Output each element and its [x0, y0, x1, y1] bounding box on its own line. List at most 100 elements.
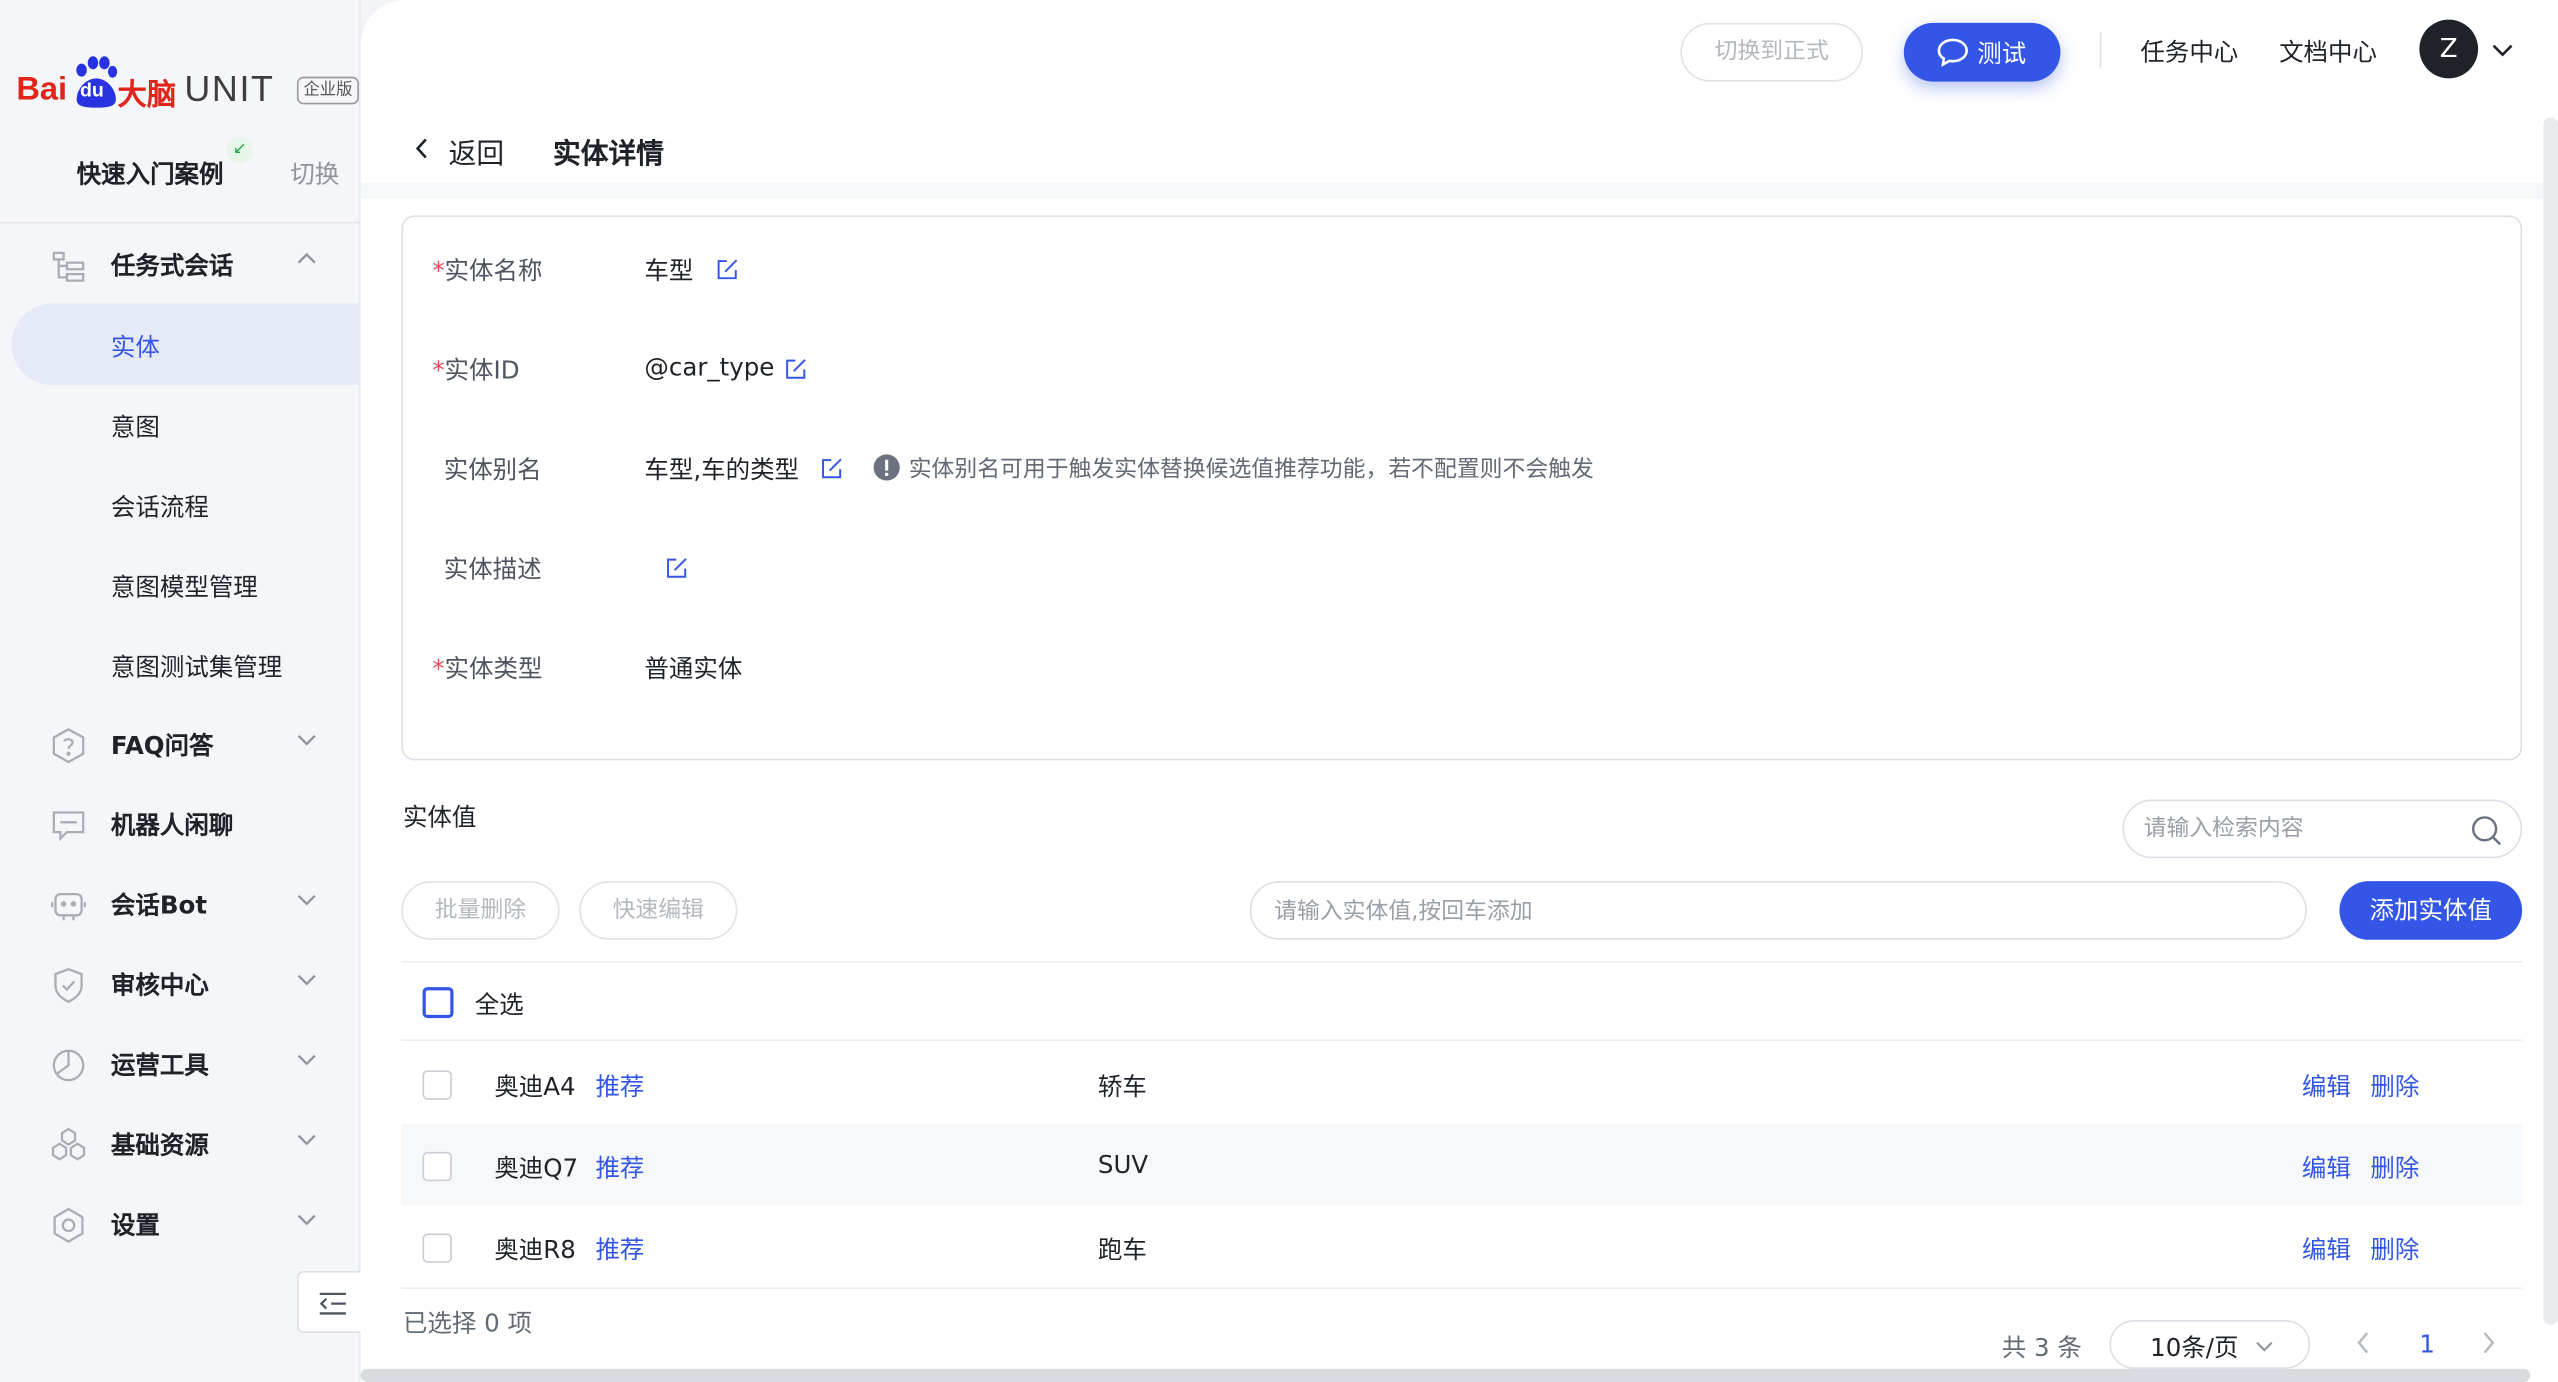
chevron-down-icon [297, 894, 316, 906]
chevron-right-icon[interactable] [2478, 1330, 2498, 1356]
nav-review-center[interactable]: 审核中心 [0, 951, 361, 1016]
edit-icon[interactable] [785, 357, 808, 380]
sidebar-item-dialog-flow[interactable]: 会话流程 [0, 472, 361, 537]
entity-value-synonym: SUV [1097, 1150, 1149, 1180]
task-center-link[interactable]: 任务中心 [2140, 34, 2238, 68]
delete-link[interactable]: 删除 [2370, 1069, 2419, 1103]
select-all-checkbox[interactable] [422, 987, 454, 1019]
logo-du-text: du [79, 78, 104, 102]
entity-value-input-box[interactable] [1249, 881, 2307, 940]
chevron-down-icon [297, 1214, 316, 1226]
chevron-down-icon [297, 974, 316, 986]
operation-icon [52, 1049, 85, 1082]
delete-link[interactable]: 删除 [2370, 1232, 2419, 1266]
top-bar: 切换到正式 测试 任务中心 文档中心 Z [361, 0, 2558, 101]
nav-task-dialog-label: 任务式会话 [110, 251, 234, 281]
nav-operation-tools[interactable]: 运营工具 [0, 1031, 361, 1096]
page-size-select[interactable]: 10条/页 [2109, 1319, 2311, 1369]
entity-info-card: *实体名称 车型 *实体ID @car_type 实体别名 车型,车的类型 实体… [401, 215, 2524, 761]
test-button-label: 测试 [1977, 39, 2027, 69]
sidebar-item-intent[interactable]: 意图 [0, 392, 361, 457]
edit-icon[interactable] [666, 556, 689, 579]
edit-icon[interactable] [716, 258, 739, 281]
bot-icon [51, 892, 86, 921]
sidebar-item-entity[interactable]: 实体 [11, 303, 361, 386]
entity-desc-row: 实体描述 [403, 551, 2524, 590]
horizontal-scrollbar[interactable] [360, 1368, 2531, 1382]
collapse-menu-icon [319, 1292, 346, 1315]
quick-edit-button[interactable]: 快速编辑 [579, 881, 738, 940]
nav-base-resources-label: 基础资源 [110, 1130, 209, 1161]
entity-alias-label: 实体别名 [443, 455, 542, 485]
task-dialog-icon [52, 251, 85, 282]
entity-id-row: *实体ID @car_type [403, 352, 2524, 391]
sidebar-item-intent-model-label: 意图模型管理 [110, 572, 258, 603]
nav-base-resources[interactable]: 基础资源 [0, 1111, 361, 1176]
delete-link[interactable]: 删除 [2370, 1150, 2419, 1184]
entity-value-name: 奥迪R8 [494, 1235, 576, 1265]
main-panel: 切换到正式 测试 任务中心 文档中心 Z 返回 实体详情 *实体名称 车型 *实… [360, 0, 2558, 1382]
nav-bot[interactable]: 会话Bot [0, 871, 361, 936]
logo-danao-text: 大脑 [117, 78, 177, 113]
divider [401, 961, 2523, 963]
search-input[interactable] [2143, 812, 2454, 846]
edit-link[interactable]: 编辑 [2302, 1150, 2351, 1184]
edit-icon[interactable] [821, 457, 844, 480]
sidebar-item-entity-label: 实体 [110, 332, 160, 363]
entity-value-synonym: 轿车 [1097, 1071, 1147, 1102]
recommend-link[interactable]: 推荐 [595, 1150, 644, 1184]
avatar[interactable]: Z [2419, 19, 2479, 79]
row-checkbox[interactable] [422, 1233, 452, 1263]
entity-value-input[interactable] [1274, 895, 2253, 929]
row-checkbox[interactable] [422, 1070, 452, 1100]
entity-value-name: 奥迪Q7 [494, 1153, 579, 1183]
entity-type-value: 普通实体 [644, 654, 743, 684]
chevron-down-icon [297, 1054, 316, 1066]
resource-icon [51, 1127, 86, 1161]
entity-id-value: @car_type [644, 352, 775, 382]
nav-review-center-label: 审核中心 [110, 970, 209, 1001]
entity-desc-label: 实体描述 [443, 554, 542, 585]
recommend-link[interactable]: 推荐 [595, 1232, 644, 1266]
search-icon[interactable] [2470, 814, 2503, 847]
sidebar-item-intent-model[interactable]: 意图模型管理 [0, 551, 361, 616]
batch-delete-button[interactable]: 批量删除 [401, 881, 560, 940]
edit-link[interactable]: 编辑 [2302, 1232, 2351, 1266]
chevron-down-icon[interactable] [2491, 39, 2514, 62]
add-entity-value-button[interactable]: 添加实体值 [2339, 881, 2523, 940]
recommend-link[interactable]: 推荐 [595, 1069, 644, 1103]
chevron-left-icon[interactable] [2354, 1330, 2374, 1356]
selected-count: 已选择 0 项 [402, 1308, 532, 1338]
entity-alias-row: 实体别名 车型,车的类型 实体别名可用于触发实体替换候选值推荐功能，若不配置则不… [403, 452, 2524, 491]
sidebar-item-intent-testset[interactable]: 意图测试集管理 [0, 631, 361, 696]
entity-value-synonym: 跑车 [1097, 1235, 1147, 1265]
entity-alias-hint: 实体别名可用于触发实体替换候选值推荐功能，若不配置则不会触发 [908, 456, 1594, 483]
nav-task-dialog[interactable]: 任务式会话 [0, 232, 361, 297]
nav-faq-label: FAQ问答 [110, 730, 214, 761]
switch-formal-button[interactable]: 切换到正式 [1680, 22, 1864, 82]
faq-icon [52, 728, 85, 764]
row-checkbox[interactable] [422, 1151, 452, 1182]
test-button[interactable]: 测试 [1903, 22, 2061, 82]
nav-faq[interactable]: FAQ问答 [0, 711, 361, 776]
edit-link[interactable]: 编辑 [2302, 1069, 2351, 1103]
entity-values-title: 实体值 [402, 802, 477, 833]
divider [401, 1287, 2523, 1289]
case-switch-link[interactable]: 切换 [290, 157, 339, 191]
sidebar-item-dialog-flow-label: 会话流程 [110, 492, 209, 523]
quick-case-label[interactable]: 快速入门案例 [77, 157, 224, 191]
chevron-up-icon [297, 252, 316, 264]
doc-center-link[interactable]: 文档中心 [2279, 34, 2377, 68]
chat-icon [52, 811, 85, 842]
entity-id-label: *实体ID [432, 355, 520, 386]
entity-type-row: *实体类型 普通实体 [403, 651, 2524, 690]
nav-settings[interactable]: 设置 [0, 1191, 361, 1256]
vertical-scrollbar[interactable] [2543, 117, 2558, 1325]
search-input-box[interactable] [2122, 799, 2523, 859]
page-number-current[interactable]: 1 [2419, 1330, 2435, 1359]
sidebar-collapse-button[interactable] [296, 1271, 363, 1334]
nav-settings-label: 设置 [110, 1210, 160, 1241]
nav-chitchat[interactable]: 机器人闲聊 [0, 791, 361, 856]
total-count: 共 3 条 [2001, 1333, 2082, 1363]
collapse-arrows-icon: ↙ [226, 137, 253, 164]
